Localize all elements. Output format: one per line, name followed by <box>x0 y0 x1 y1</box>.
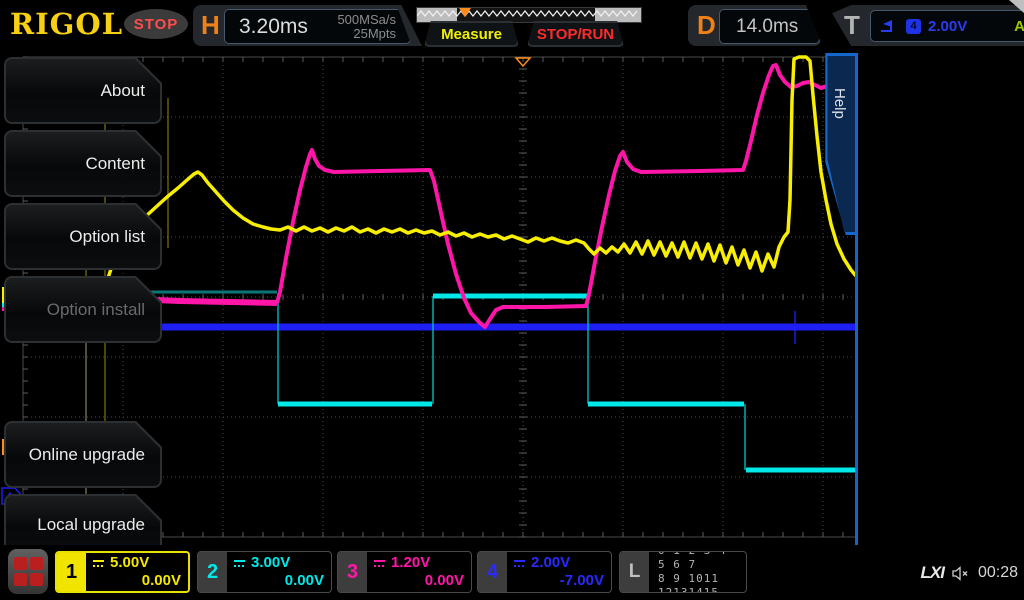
channel-1-scale: 5.00V <box>110 554 150 571</box>
trace-ch3 <box>275 63 841 329</box>
bottom-bar: 1 5.00V 0.00V 2 3.00V 0.00V 3 1.20V 0.00… <box>0 545 1024 600</box>
channel-2-badge: 2 <box>198 552 227 592</box>
channel-1-status[interactable]: 1 5.00V 0.00V <box>55 551 190 593</box>
timebase-value-box[interactable]: 3.20ms 500MSa/s 25Mpts <box>224 9 411 44</box>
run-state-badge: STOP <box>124 9 188 39</box>
sample-rate: 500MSa/s <box>337 11 396 27</box>
clock: 00:28 <box>977 564 1018 581</box>
hpos-zigzag <box>417 10 638 17</box>
help-tab-bg <box>827 56 855 232</box>
trigger-level: 2.00V <box>928 17 968 35</box>
delay-value: 14.0ms <box>736 15 799 37</box>
stop-run-button[interactable]: STOP/RUN <box>527 21 624 47</box>
grid-icon <box>13 557 27 570</box>
dc-coupling-icon <box>234 559 245 567</box>
channel-4-badge: 4 <box>478 552 507 592</box>
digital-badge: L <box>620 552 649 592</box>
app-menu-button[interactable] <box>8 549 48 594</box>
horizontal-position-bar[interactable] <box>416 7 642 23</box>
measure-button[interactable]: Measure <box>424 21 519 47</box>
help-menu-panel <box>858 50 1024 560</box>
help-menu-tab[interactable]: Help <box>820 53 858 235</box>
dc-coupling-icon <box>93 559 104 567</box>
channel-3-status[interactable]: 3 1.20V 0.00V <box>337 551 472 593</box>
channel-2-offset: 0.00V <box>284 572 324 589</box>
help-tab-label: Help <box>831 88 848 119</box>
channel-4-scale: 2.00V <box>531 554 571 571</box>
acquisition-info: 500MSa/s 25Mpts <box>337 11 410 41</box>
delay-panel[interactable]: D 14.0ms <box>688 5 822 46</box>
channel-2-scale: 3.00V <box>251 554 291 571</box>
horizontal-timebase-panel[interactable]: H 3.20ms 500MSa/s 25Mpts <box>193 5 422 46</box>
channel-2-status[interactable]: 2 3.00V 0.00V <box>197 551 332 593</box>
channel-3-scale: 1.20V <box>391 554 431 571</box>
channel-1-badge: 1 <box>57 553 86 591</box>
lxi-logo: LXI <box>920 563 945 582</box>
menu-item-content[interactable]: Content <box>4 130 162 197</box>
trace-ch1 <box>101 55 858 295</box>
menu-item-about[interactable]: About <box>4 57 162 124</box>
digital-channels-status[interactable]: L 0 1 2 3 4 5 6 7 8 9 1011 12131415 <box>619 551 747 593</box>
channel-4-status[interactable]: 4 2.00V -7.00V <box>477 551 612 593</box>
memory-depth: 25Mpts <box>353 25 396 41</box>
falling-edge-icon <box>881 20 892 32</box>
dc-coupling-icon <box>514 559 525 567</box>
d-label: D <box>697 10 716 40</box>
rigol-logo: RIGOL <box>10 7 124 41</box>
menu-item-option-install[interactable]: Option install <box>4 276 162 343</box>
dc-coupling-icon <box>374 559 385 567</box>
corner-arrow-icon[interactable] <box>1009 0 1024 13</box>
trigger-source-badge: 4 <box>906 18 921 34</box>
menu-item-option-list[interactable]: Option list <box>4 203 162 270</box>
channel-4-offset: -7.00V <box>559 572 604 589</box>
channel-3-badge: 3 <box>338 552 367 592</box>
delay-value-box[interactable]: 14.0ms <box>719 9 820 44</box>
digital-row-2: 8 9 1011 12131415 <box>658 572 719 593</box>
menu-item-online-upgrade[interactable]: Online upgrade <box>4 421 162 488</box>
trigger-mode-badge: A <box>1014 17 1024 35</box>
hpos-marker-icon[interactable] <box>459 8 471 17</box>
top-bar: RIGOL STOP H 3.20ms 500MSa/s 25Mpts Meas… <box>0 0 1024 50</box>
h-label: H <box>201 10 220 40</box>
trigger-panel[interactable]: T 4 2.00V A <box>832 5 1024 46</box>
timebase-value: 3.20ms <box>239 14 308 38</box>
t-label: T <box>844 10 860 40</box>
digital-row-1: 0 1 2 3 4 5 6 7 <box>658 552 726 571</box>
channel-1-offset: 0.00V <box>141 572 181 589</box>
trigger-info-box[interactable]: 4 2.00V A <box>870 10 1024 42</box>
channel-3-offset: 0.00V <box>424 572 464 589</box>
oscilloscope-screen: 1T4T RIGOL STOP H 3.20ms 500MSa/s 25Mpts… <box>0 0 1024 600</box>
speaker-muted-icon[interactable] <box>952 565 970 581</box>
